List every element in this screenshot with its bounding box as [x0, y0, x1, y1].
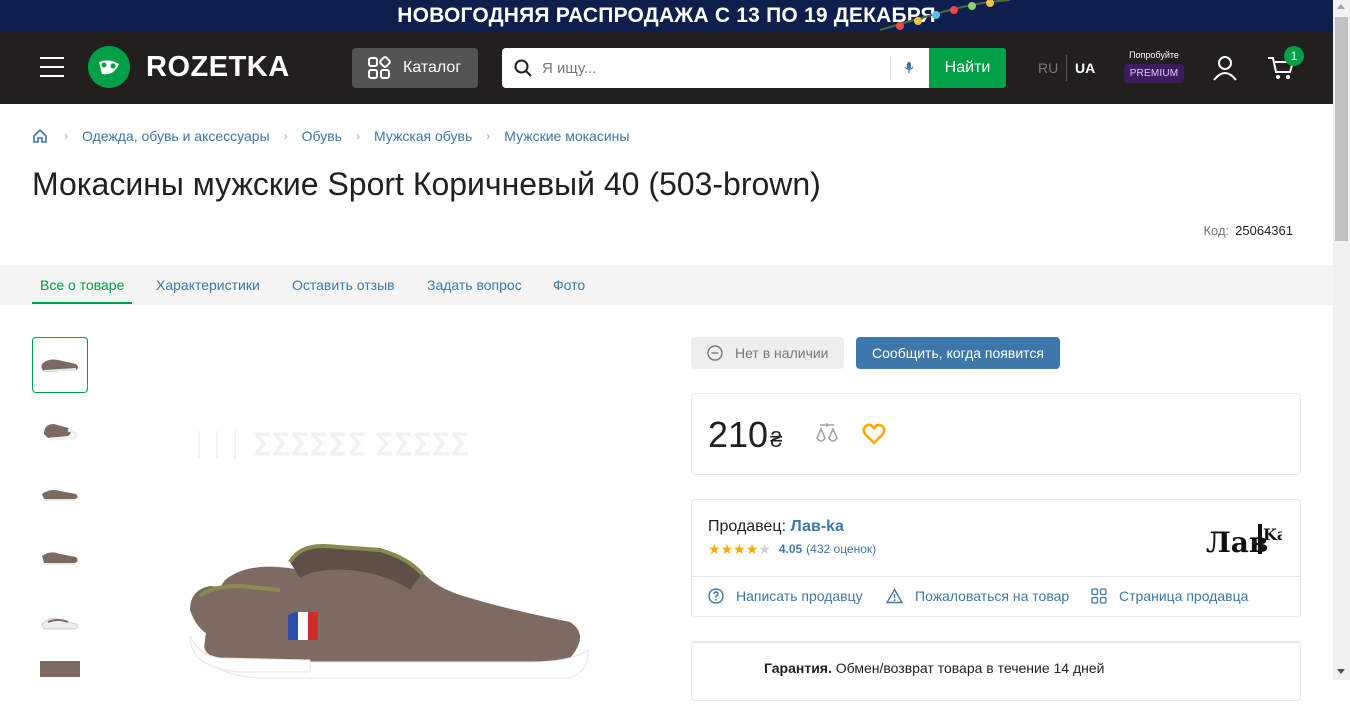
tab-photo[interactable]: Фото [553, 277, 585, 293]
compare-scales-icon[interactable] [814, 422, 840, 446]
logo[interactable]: ROZETKA [88, 46, 290, 88]
seller-page-link[interactable]: Страница продавца [1091, 588, 1248, 604]
thumbnail-image[interactable] [32, 337, 88, 393]
question-circle-icon [708, 588, 724, 604]
site-header: ROZETKA Каталог Найти RU UA Попробуйте P… [0, 32, 1333, 104]
seller-name-link[interactable]: Лав-ka [790, 518, 843, 535]
main-product-image[interactable]: ᛁᛁᛁ ⵉⵉⵉⵉⵉⵉ ⵉⵉⵉⵉⵉ [150, 400, 650, 680]
cart-count-badge: 1 [1284, 46, 1304, 66]
catalog-label: Каталог [403, 59, 462, 76]
rating-count: (432 оценок) [806, 542, 877, 556]
tab-all-about[interactable]: Все о товаре [40, 277, 124, 293]
star-empty-icon: ★ [758, 541, 771, 557]
home-icon[interactable] [32, 128, 48, 144]
promo-banner[interactable]: НОВОГОДНЯЯ РАСПРОДАЖА С 13 ПО 19 ДЕКАБРЯ [0, 0, 1333, 32]
price: 210₴ [708, 414, 782, 456]
breadcrumb-separator-icon: › [283, 129, 288, 143]
seller-label-line: Продавец: Лав-ka [708, 518, 844, 536]
complain-label: Пожаловаться на товар [915, 588, 1070, 604]
star-filled-icon: ★ [708, 541, 721, 557]
breadcrumb-item[interactable]: Одежда, обувь и аксессуары [82, 128, 270, 144]
breadcrumb-item[interactable]: Мужские мокасины [504, 128, 629, 144]
product-code: Код: 25064361 [1203, 223, 1293, 238]
breadcrumb-item[interactable]: Обувь [302, 128, 342, 144]
catalog-grid-icon [368, 56, 391, 79]
premium-badge: PREMIUM [1124, 64, 1184, 83]
scroll-up-arrow-icon[interactable] [1337, 4, 1345, 9]
microphone-icon[interactable] [903, 60, 915, 76]
notify-when-available-button[interactable]: Сообщить, когда появится [856, 337, 1060, 369]
premium-try-label: Попробуйте [1129, 50, 1179, 60]
thumbnail-image[interactable] [32, 529, 88, 585]
svg-text:ᛁᛁᛁ ⵉⵉⵉⵉⵉⵉ ⵉⵉⵉⵉⵉ: ᛁᛁᛁ ⵉⵉⵉⵉⵉⵉ ⵉⵉⵉⵉⵉ [190, 429, 469, 462]
seller-page-label: Страница продавца [1119, 588, 1249, 604]
promo-text: НОВОГОДНЯЯ РАСПРОДАЖА С 13 ПО 19 ДЕКАБРЯ [397, 4, 936, 27]
price-box: 210₴ [691, 393, 1301, 475]
tab-leave-review[interactable]: Оставить отзыв [292, 277, 395, 293]
search-input[interactable] [542, 48, 882, 88]
search-icon [514, 59, 532, 77]
lang-ua[interactable]: UA [1075, 60, 1095, 76]
catalog-button[interactable]: Каталог [352, 48, 478, 88]
search-divider [890, 56, 891, 80]
thumbnail-image[interactable] [32, 401, 88, 457]
tab-characteristics[interactable]: Характеристики [156, 277, 260, 293]
thumbnail-image[interactable] [32, 593, 88, 649]
product-code-value: 25064361 [1235, 223, 1293, 238]
complain-link[interactable]: Пожаловаться на товар [886, 588, 1069, 604]
write-seller-link[interactable]: Написать продавцу [708, 588, 863, 604]
warning-triangle-icon [886, 588, 903, 604]
search-bar: Найти [502, 48, 1006, 88]
warranty-label: Гарантия. [764, 660, 832, 676]
thumbnail-image[interactable] [32, 657, 88, 713]
rating-value: 4.05 [778, 542, 803, 556]
currency-symbol: ₴ [770, 427, 783, 452]
lang-divider [1066, 55, 1067, 81]
warranty-box: Гарантия. Обмен/возврат товара в течение… [691, 641, 1301, 701]
seller-label: Продавец: [708, 518, 787, 535]
active-tab-indicator [32, 302, 132, 304]
page-scrollbar[interactable] [1333, 0, 1350, 680]
scroll-down-arrow-icon[interactable] [1337, 669, 1345, 674]
premium-promo[interactable]: Попробуйте PREMIUM [1124, 50, 1184, 83]
scroll-thumb[interactable] [1335, 17, 1348, 241]
menu-burger-icon[interactable] [40, 57, 64, 77]
breadcrumb-item[interactable]: Мужская обувь [374, 128, 472, 144]
star-filled-icon: ★ [720, 541, 734, 557]
star-filled-icon: ★ [733, 541, 746, 557]
availability-text: Нет в наличии [735, 345, 829, 361]
breadcrumb-separator-icon: › [355, 129, 360, 143]
warranty-detail: Обмен/возврат товара в течение 14 дней [835, 660, 1105, 676]
seller-page-grid-icon [1091, 588, 1107, 604]
product-code-label: Код: [1203, 223, 1230, 238]
thumbnail-list [32, 337, 88, 721]
thumbnail-image[interactable] [32, 465, 88, 521]
breadcrumb-separator-icon: › [64, 129, 68, 143]
seller-divider [692, 576, 1300, 577]
seller-rating[interactable]: ★ ★ ★ ★ ★ 4.05 (432 оценок) [708, 542, 876, 556]
wishlist-heart-icon[interactable] [862, 423, 886, 445]
seller-logo[interactable]: Лав Ka [1206, 518, 1282, 558]
product-tabs: Все о товаре Характеристики Оставить отз… [0, 265, 1333, 305]
star-filled-icon: ★ [745, 541, 759, 557]
lang-ru[interactable]: RU [1038, 60, 1058, 76]
logo-face-icon [88, 46, 130, 88]
breadcrumb: › Одежда, обувь и аксессуары › Обувь › М… [32, 128, 629, 144]
page-title: Мокасины мужские Sport Коричневый 40 (50… [32, 166, 821, 202]
search-button[interactable]: Найти [929, 48, 1006, 88]
availability-status: Нет в наличии [691, 337, 844, 369]
svg-text:Ka: Ka [1263, 525, 1282, 544]
user-icon[interactable] [1211, 54, 1239, 82]
price-value: 210 [708, 414, 769, 455]
garland-decoration-icon [880, 0, 1010, 31]
warranty-text: Гарантия. Обмен/возврат товара в течение… [764, 660, 1104, 676]
tab-ask-question[interactable]: Задать вопрос [427, 277, 522, 293]
write-seller-label: Написать продавцу [736, 588, 863, 604]
logo-text: ROZETKA [146, 50, 290, 83]
seller-box: Продавец: Лав-ka ★ ★ ★ ★ ★ 4.05 (432 оце… [691, 499, 1301, 617]
breadcrumb-separator-icon: › [486, 129, 491, 143]
unavailable-minus-icon [707, 345, 723, 361]
